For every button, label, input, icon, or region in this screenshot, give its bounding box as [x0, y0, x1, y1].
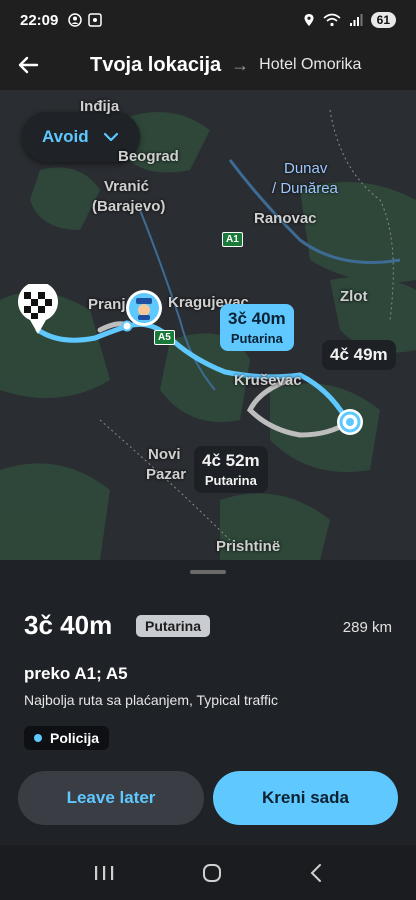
- map-place-label: Vranić: [104, 178, 150, 195]
- road-shield-a1: A1: [222, 232, 243, 247]
- route-bubble-selected[interactable]: 3č 40m Putarina: [220, 304, 294, 351]
- recent-apps-icon[interactable]: [93, 864, 115, 882]
- map-water-label: / Dunărea: [272, 180, 338, 197]
- route-via: preko A1; A5: [24, 664, 128, 683]
- back-arrow-icon: [18, 56, 39, 74]
- map-place-label: Pranj: [88, 296, 126, 313]
- route-toll-label: Putarina: [204, 473, 257, 488]
- destination-title[interactable]: Hotel Omorika: [259, 56, 361, 74]
- map-place-label: Zlot: [340, 288, 368, 305]
- start-navigation-button[interactable]: Kreni sada: [213, 771, 398, 825]
- avoid-label: Avoid: [42, 127, 89, 146]
- map-place-label: Beograd: [118, 148, 179, 165]
- route-time: 4č 52m: [202, 451, 260, 470]
- map-place-label: Ranovac: [254, 210, 317, 227]
- battery-indicator: 61: [370, 12, 396, 28]
- arrow-right-icon: →: [231, 54, 250, 75]
- route-time: 4č 49m: [330, 345, 388, 364]
- map-place-label: Prishtinë: [216, 538, 281, 555]
- road-shield-a5: A5: [154, 330, 175, 345]
- map-place-label: Novi: [148, 446, 181, 463]
- destination-flag-icon[interactable]: [16, 284, 60, 336]
- route-details-sheet: 3č 40m Putarina 289 km preko A1; A5 Najb…: [0, 560, 416, 845]
- police-alert-chip: Policija: [24, 726, 110, 750]
- map-place-label: (Barajevo): [92, 198, 166, 215]
- screenshot-icon: [88, 13, 103, 27]
- home-icon[interactable]: [201, 862, 223, 884]
- back-button[interactable]: [0, 40, 56, 90]
- current-location-icon[interactable]: [336, 408, 364, 436]
- chevron-down-icon: [103, 132, 118, 142]
- account-icon: [68, 13, 83, 27]
- route-distance: 289 km: [342, 619, 392, 636]
- route-bubble-alt[interactable]: 4č 49m: [322, 340, 396, 370]
- map-water-label: Dunav: [284, 160, 328, 177]
- sheet-grabber-handle[interactable]: [190, 570, 226, 574]
- toll-badge: Putarina: [136, 615, 211, 637]
- origin-title[interactable]: Tvoja lokacija: [90, 54, 221, 77]
- leave-later-button[interactable]: Leave later: [18, 771, 204, 825]
- status-bar: 22:09 61: [0, 0, 416, 40]
- alert-dot-icon: [34, 734, 42, 742]
- location-icon: [304, 14, 314, 26]
- status-time: 22:09: [20, 11, 59, 29]
- route-toll-label: Putarina: [230, 331, 283, 346]
- route-eta: 3č 40m: [24, 610, 113, 640]
- map-place-label: Kruševac: [234, 372, 302, 389]
- map-place-label: Inđija: [80, 98, 120, 115]
- back-nav-icon[interactable]: [309, 863, 323, 883]
- route-time: 3č 40m: [228, 309, 286, 328]
- route-description: Najbolja ruta sa plaćanjem, Typical traf…: [24, 692, 278, 708]
- route-waypoint-icon: [121, 320, 133, 332]
- signal-icon: [349, 14, 363, 26]
- map-view[interactable]: Avoid Inđija Beograd Vranić (Barajevo) D…: [0, 90, 416, 560]
- police-alert-label: Policija: [50, 730, 100, 746]
- route-bubble-alt[interactable]: 4č 52m Putarina: [194, 446, 268, 493]
- route-header: Tvoja lokacija → Hotel Omorika: [0, 40, 416, 90]
- system-navigation-bar: [0, 845, 416, 900]
- map-place-label: Pazar: [146, 466, 187, 483]
- wifi-icon: [323, 13, 341, 27]
